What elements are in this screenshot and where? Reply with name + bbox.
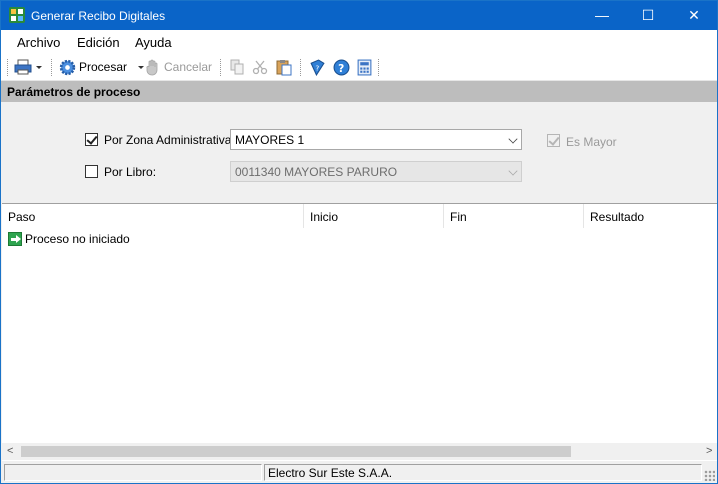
paste-icon: [276, 59, 292, 75]
section-header: Parámetros de proceso: [1, 81, 717, 102]
process-label: Procesar: [79, 60, 128, 74]
toolbar-separator: [51, 59, 52, 76]
zona-checkbox[interactable]: [85, 133, 98, 146]
menu-edicion[interactable]: Edición: [77, 35, 120, 50]
close-button[interactable]: ✕: [671, 1, 717, 30]
chevron-down-icon: [138, 66, 145, 69]
scroll-right-icon[interactable]: >: [706, 445, 712, 457]
menu-archivo[interactable]: Archivo: [17, 35, 60, 50]
column-header-paso[interactable]: Paso: [2, 204, 304, 228]
minimize-button[interactable]: —: [579, 1, 625, 30]
table-row[interactable]: Proceso no iniciado: [8, 231, 130, 247]
print-button[interactable]: [14, 58, 43, 76]
chevron-down-icon: [508, 134, 518, 144]
es-mayor-checkbox[interactable]: [547, 134, 560, 147]
section-title: Parámetros de proceso: [7, 85, 141, 99]
svg-text:?: ?: [338, 61, 344, 74]
arrow-right-icon: [8, 232, 22, 246]
calculator-button[interactable]: [357, 58, 372, 76]
svg-text:?: ?: [315, 63, 319, 72]
column-header-inicio[interactable]: Inicio: [304, 204, 444, 228]
calculator-icon: [357, 59, 372, 75]
app-window: Generar Recibo Digitales — ☐ ✕ Archivo E…: [0, 0, 718, 484]
zona-value: MAYORES 1: [235, 133, 305, 147]
resize-grip-icon[interactable]: [704, 470, 715, 481]
zona-combobox[interactable]: MAYORES 1: [230, 129, 522, 150]
status-bar: Electro Sur Este S.A.A.: [1, 462, 717, 483]
scroll-left-icon[interactable]: <: [7, 445, 13, 457]
column-header-resultado[interactable]: Resultado: [584, 204, 717, 228]
scissors-icon: [252, 60, 268, 75]
help-icon: ?: [333, 59, 350, 75]
hand-stop-icon: [146, 59, 158, 75]
cancel-label: Cancelar: [164, 60, 213, 74]
toolbar-grip: [7, 59, 8, 76]
libro-checkbox[interactable]: [85, 165, 98, 178]
cut-button[interactable]: [252, 58, 268, 76]
copy-icon: [230, 59, 244, 75]
help-book-icon: ?: [310, 58, 325, 76]
menu-bar: Archivo Edición Ayuda: [1, 30, 717, 54]
app-icon: [9, 7, 25, 23]
scroll-thumb[interactable]: [21, 446, 571, 457]
column-header-fin[interactable]: Fin: [444, 204, 584, 228]
zona-label: Por Zona Administrativa:: [104, 133, 235, 147]
toolbar: Procesar Cancelar ? ?: [1, 54, 717, 81]
cancel-button[interactable]: Cancelar: [146, 58, 212, 76]
status-panel-company: Electro Sur Este S.A.A.: [264, 464, 702, 481]
maximize-button[interactable]: ☐: [625, 1, 671, 30]
libro-label: Por Libro:: [104, 165, 157, 179]
gear-icon: [59, 59, 76, 75]
menu-ayuda[interactable]: Ayuda: [135, 35, 172, 50]
copy-button[interactable]: [229, 58, 245, 76]
title-bar: Generar Recibo Digitales — ☐ ✕: [1, 1, 717, 30]
es-mayor-label: Es Mayor: [566, 135, 617, 149]
paste-button[interactable]: [276, 58, 292, 76]
libro-value: 0011340 MAYORES PARURO: [235, 165, 398, 179]
window-title: Generar Recibo Digitales: [31, 9, 166, 23]
toolbar-separator: [300, 59, 301, 76]
chevron-down-icon: [508, 166, 518, 176]
toolbar-separator: [220, 59, 221, 76]
printer-icon: [14, 59, 32, 75]
libro-combobox[interactable]: 0011340 MAYORES PARURO: [230, 161, 522, 182]
parameters-panel: Por Zona Administrativa: MAYORES 1 Es Ma…: [1, 102, 717, 203]
chevron-down-icon: [36, 66, 42, 69]
horizontal-scrollbar[interactable]: < >: [2, 443, 717, 460]
help-book-button[interactable]: ?: [309, 58, 326, 76]
toolbar-separator: [378, 59, 379, 76]
help-button[interactable]: ?: [333, 58, 350, 76]
process-button[interactable]: Procesar: [59, 58, 145, 76]
row-paso: Proceso no iniciado: [25, 232, 130, 246]
status-panel-left: [4, 464, 262, 481]
process-grid: Paso Inicio Fin Resultado Proceso no ini…: [2, 203, 717, 461]
